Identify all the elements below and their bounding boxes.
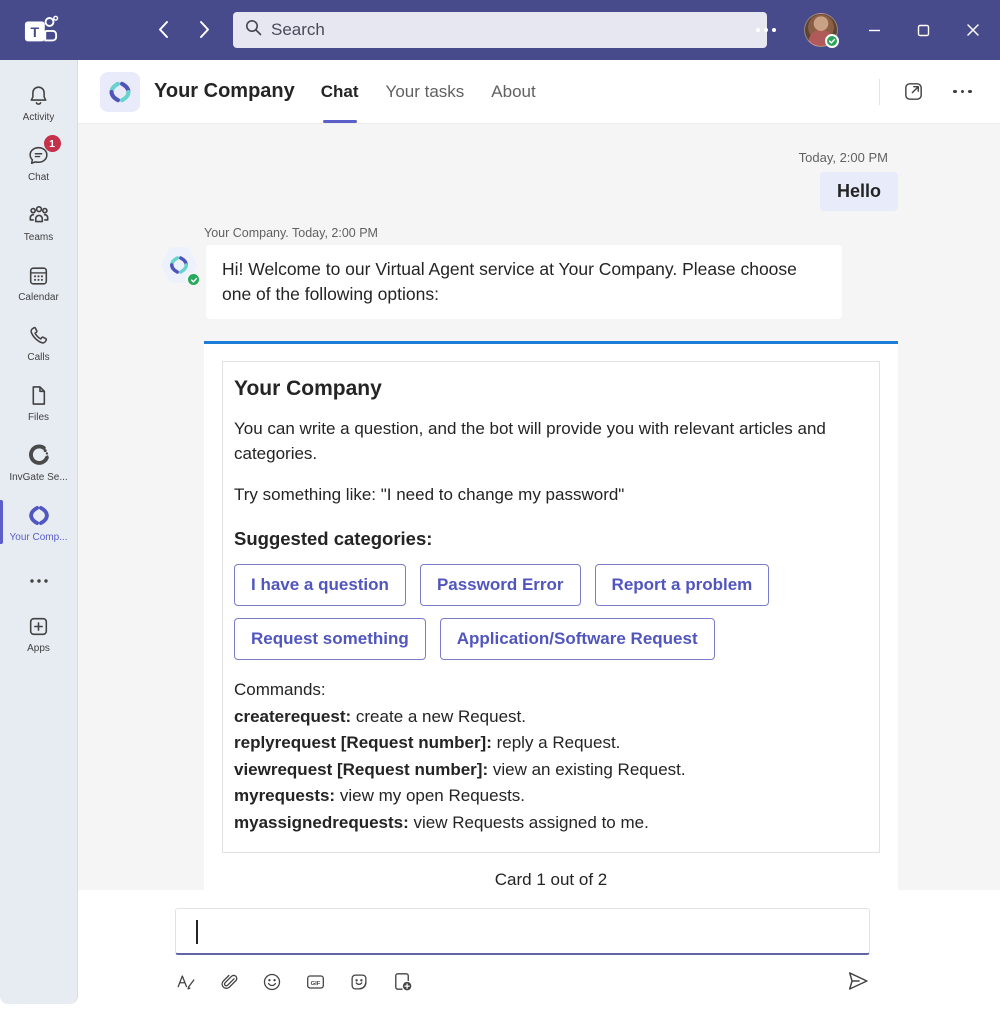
calendar-icon bbox=[26, 262, 52, 288]
add-app-icon[interactable] bbox=[391, 970, 414, 993]
message-input[interactable] bbox=[175, 908, 870, 955]
adaptive-card: Your Company You can write a question, a… bbox=[204, 341, 898, 890]
svg-text:GIF: GIF bbox=[311, 981, 321, 987]
bot-verified-icon bbox=[186, 272, 201, 287]
category-button-request-something[interactable]: Request something bbox=[234, 618, 426, 660]
category-button-report-problem[interactable]: Report a problem bbox=[595, 564, 770, 606]
category-button-question[interactable]: I have a question bbox=[234, 564, 406, 606]
app-rail: Activity 1 Chat Teams Calendar Calls bbox=[0, 60, 78, 1004]
incoming-message-meta: Your Company. Today, 2:00 PM bbox=[204, 226, 1000, 240]
chat-icon: 1 bbox=[26, 142, 52, 168]
sidebar-item-label: Calls bbox=[27, 352, 49, 363]
tab-your-tasks[interactable]: Your tasks bbox=[386, 60, 465, 123]
people-icon bbox=[26, 202, 52, 228]
message-timestamp: Today, 2:00 PM bbox=[78, 150, 1000, 165]
card-intro-text: You can write a question, and the bot wi… bbox=[234, 416, 868, 467]
command-line: createrequest: create a new Request. bbox=[234, 704, 868, 731]
sidebar-item-label: Files bbox=[28, 412, 49, 423]
message-list[interactable]: Today, 2:00 PM Hello Your Company. Today… bbox=[78, 124, 1000, 890]
compose-area: GIF bbox=[78, 890, 1000, 1012]
search-bar[interactable] bbox=[233, 12, 767, 48]
gif-icon[interactable]: GIF bbox=[304, 971, 327, 993]
titlebar-more-icon[interactable] bbox=[752, 24, 780, 36]
command-line: replyrequest [Request number]: reply a R… bbox=[234, 730, 868, 757]
svg-text:T: T bbox=[31, 25, 40, 41]
bell-icon bbox=[26, 82, 52, 108]
apps-icon bbox=[26, 613, 52, 639]
sidebar-item-teams[interactable]: Teams bbox=[0, 192, 77, 252]
sidebar-item-calls[interactable]: Calls bbox=[0, 312, 77, 372]
sidebar-item-files[interactable]: Files bbox=[0, 372, 77, 432]
incoming-message-bubble: Hi! Welcome to our Virtual Agent service… bbox=[206, 245, 842, 319]
teams-logo-icon: T bbox=[22, 13, 60, 52]
nav-forward-icon[interactable] bbox=[199, 20, 210, 39]
user-avatar[interactable] bbox=[804, 13, 838, 47]
chat-unread-badge: 1 bbox=[44, 135, 61, 152]
tab-bar: Chat Your tasks About bbox=[321, 60, 536, 123]
sidebar-item-calendar[interactable]: Calendar bbox=[0, 252, 77, 312]
category-buttons: I have a question Password Error Report … bbox=[234, 564, 864, 660]
phone-icon bbox=[26, 322, 52, 348]
attach-icon[interactable] bbox=[218, 971, 240, 993]
commands-list: Commands: createrequest: create a new Re… bbox=[234, 677, 868, 836]
card-pager: Card 1 out of 2 bbox=[222, 853, 880, 890]
page-title: Your Company bbox=[154, 80, 295, 103]
command-line: myrequests: view my open Requests. bbox=[234, 783, 868, 810]
sidebar-item-label: Calendar bbox=[18, 292, 59, 303]
company-logo-icon bbox=[26, 502, 52, 528]
command-line: viewrequest [Request number]: view an ex… bbox=[234, 757, 868, 784]
maximize-button[interactable] bbox=[911, 18, 936, 43]
chat-header: Your Company Chat Your tasks About bbox=[78, 60, 1000, 124]
outgoing-message-bubble: Hello bbox=[820, 172, 898, 211]
search-input[interactable] bbox=[271, 20, 755, 40]
incoming-message-row: Hi! Welcome to our Virtual Agent service… bbox=[160, 245, 1000, 319]
sidebar-item-label: Teams bbox=[24, 232, 53, 243]
sidebar-item-invgate[interactable]: InvGate Se... bbox=[0, 432, 77, 492]
compose-toolbar: GIF bbox=[175, 969, 870, 994]
title-bar: T bbox=[0, 0, 1000, 60]
sidebar-item-chat[interactable]: 1 Chat bbox=[0, 132, 77, 192]
command-line: myassignedrequests: view Requests assign… bbox=[234, 810, 868, 837]
popout-icon[interactable] bbox=[902, 80, 925, 103]
sidebar-item-label: Chat bbox=[28, 172, 49, 183]
sidebar-item-label: Your Comp... bbox=[10, 532, 68, 543]
presence-available-icon bbox=[825, 34, 839, 48]
category-button-password-error[interactable]: Password Error bbox=[420, 564, 581, 606]
nav-back-icon[interactable] bbox=[158, 20, 169, 39]
sidebar-item-label: InvGate Se... bbox=[9, 472, 67, 483]
sidebar-item-activity[interactable]: Activity bbox=[0, 72, 77, 132]
chat-more-icon[interactable] bbox=[947, 84, 978, 100]
header-divider bbox=[879, 79, 880, 105]
tab-about[interactable]: About bbox=[491, 60, 535, 123]
tab-chat[interactable]: Chat bbox=[321, 60, 359, 123]
close-button[interactable] bbox=[960, 17, 986, 43]
bot-avatar bbox=[160, 246, 198, 284]
send-icon[interactable] bbox=[845, 969, 870, 994]
format-icon[interactable] bbox=[175, 971, 197, 993]
suggested-categories-heading: Suggested categories: bbox=[234, 528, 868, 550]
text-cursor bbox=[196, 920, 198, 944]
more-dots-icon bbox=[26, 568, 52, 594]
card-hint-text: Try something like: "I need to change my… bbox=[234, 482, 868, 508]
commands-heading: Commands: bbox=[234, 677, 868, 704]
invgate-icon bbox=[26, 442, 52, 468]
sidebar-item-label: Apps bbox=[27, 643, 50, 654]
sticker-icon[interactable] bbox=[348, 971, 370, 993]
search-icon bbox=[245, 19, 262, 41]
file-icon bbox=[26, 382, 52, 408]
minimize-button[interactable] bbox=[862, 18, 887, 43]
card-body: Your Company You can write a question, a… bbox=[222, 361, 880, 854]
category-button-application-software[interactable]: Application/Software Request bbox=[440, 618, 715, 660]
sidebar-more-button[interactable] bbox=[0, 558, 77, 603]
card-title: Your Company bbox=[234, 377, 868, 401]
sidebar-item-apps[interactable]: Apps bbox=[0, 603, 77, 663]
emoji-icon[interactable] bbox=[261, 971, 283, 993]
sidebar-item-label: Activity bbox=[23, 112, 55, 123]
app-logo-icon bbox=[100, 72, 140, 112]
sidebar-item-your-company[interactable]: Your Comp... bbox=[0, 492, 77, 552]
